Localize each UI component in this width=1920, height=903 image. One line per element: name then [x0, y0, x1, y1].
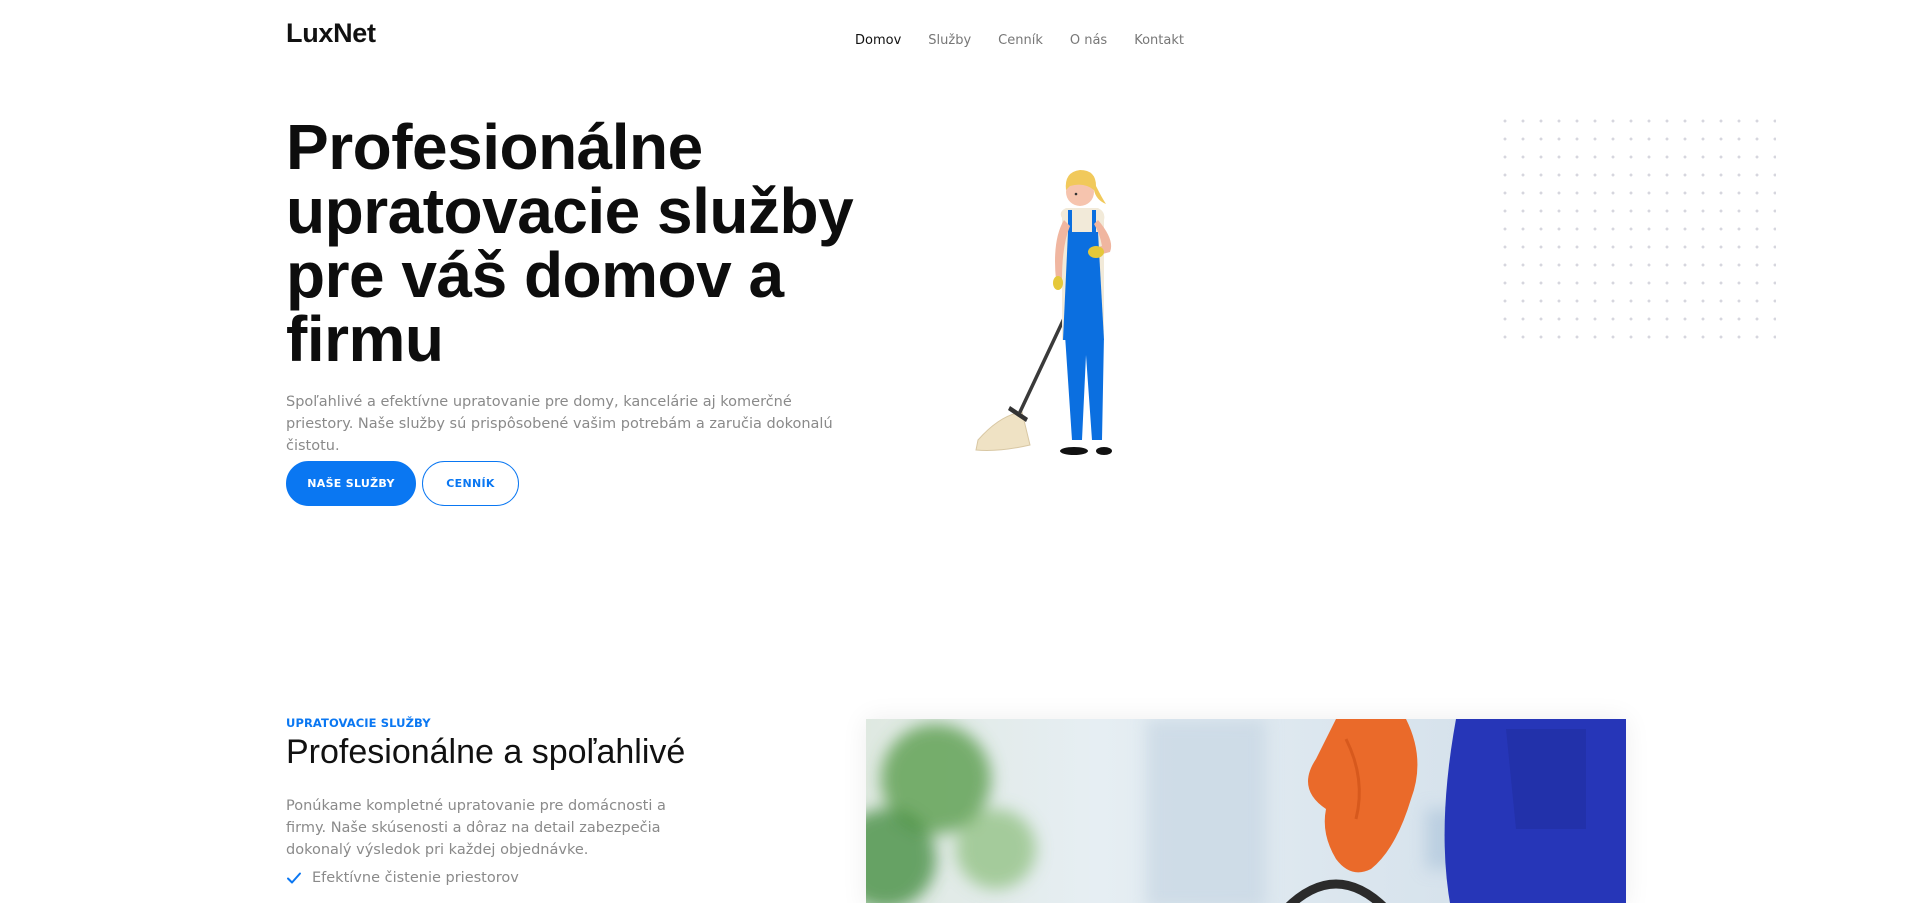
- hero-subtitle: Spoľahlivé a efektívne upratovanie pre d…: [286, 394, 833, 454]
- nav-item-sluzby[interactable]: Služby: [928, 33, 971, 48]
- logo[interactable]: LuxNet: [286, 18, 376, 49]
- cleaner-photo-graphic: [866, 719, 1626, 903]
- check-icon: [287, 872, 301, 884]
- nav-item-o-nas[interactable]: O nás: [1070, 33, 1107, 48]
- cleaning-woman-illustration: [975, 170, 1112, 455]
- services-button[interactable]: NAŠE SLUŽBY: [286, 461, 416, 506]
- feature-label: Efektívne čistenie priestorov: [312, 870, 519, 886]
- hero-buttons: NAŠE SLUŽBY CENNÍK: [286, 461, 519, 506]
- decorative-dot-grid: [1496, 112, 1776, 352]
- nav-item-kontakt[interactable]: Kontakt: [1134, 33, 1184, 48]
- section-text: Ponúkame kompletné upratovanie pre domác…: [286, 798, 666, 858]
- cleaner-photo: [866, 719, 1626, 903]
- main-nav: Domov Služby Cenník O nás Kontakt: [855, 33, 1184, 48]
- section-title: Profesionálne a spoľahlivé: [286, 733, 686, 771]
- pricing-button[interactable]: CENNÍK: [422, 461, 519, 506]
- hero-title: Profesionálne upratovacie služby pre váš…: [286, 111, 854, 375]
- section-eyebrow: UPRATOVACIE SLUŽBY: [286, 716, 431, 730]
- nav-item-cennik[interactable]: Cenník: [998, 33, 1043, 48]
- feature-item: Efektívne čistenie priestorov: [286, 870, 519, 886]
- nav-item-domov[interactable]: Domov: [855, 33, 901, 48]
